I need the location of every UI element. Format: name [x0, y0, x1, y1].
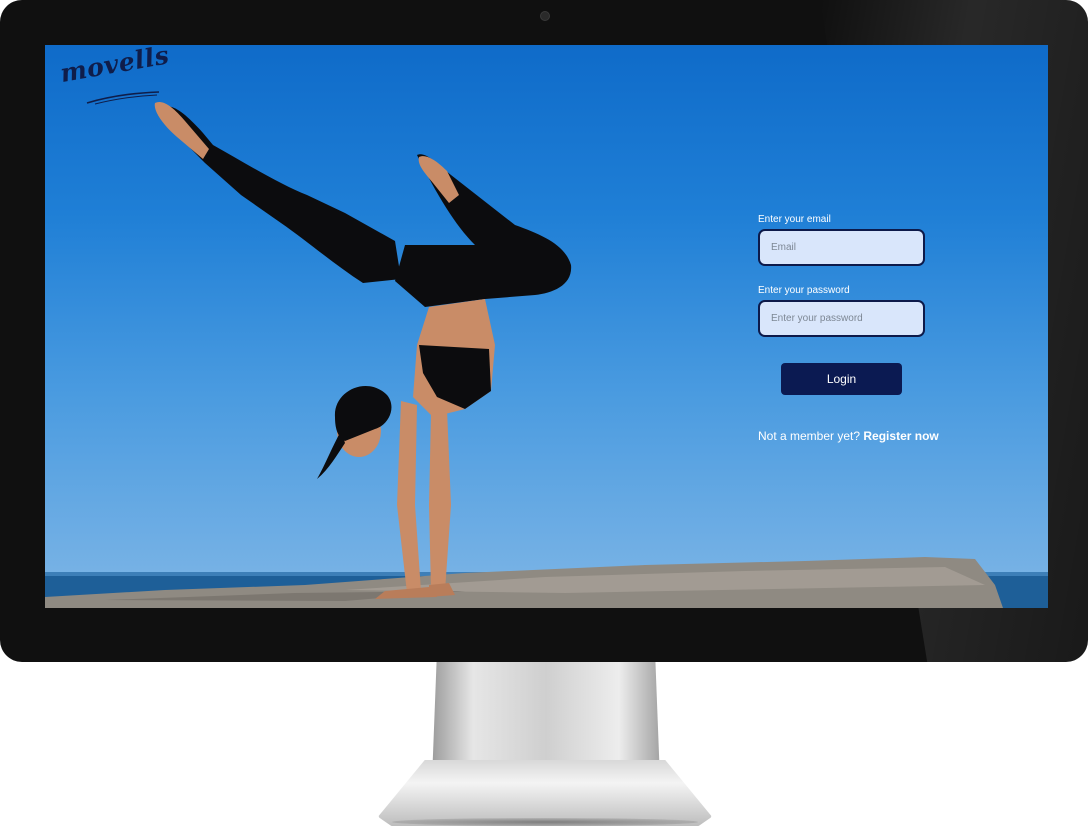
- login-button[interactable]: Login: [781, 363, 902, 395]
- brand-logo[interactable]: movells: [58, 45, 171, 105]
- password-label: Enter your password: [758, 285, 850, 296]
- camera-icon: [540, 11, 550, 21]
- field-spacer: [758, 266, 928, 284]
- email-field[interactable]: [758, 229, 925, 266]
- monitor-stand-shadow: [392, 818, 698, 826]
- logo-swoosh-icon: [86, 91, 160, 105]
- login-form: Enter your email Enter your password Log…: [758, 213, 939, 443]
- email-label: Enter your email: [758, 214, 831, 225]
- password-field[interactable]: [758, 300, 925, 337]
- yoga-figure: [154, 101, 572, 599]
- register-prompt: Not a member yet? Register now: [758, 429, 939, 443]
- register-link[interactable]: Register now: [863, 429, 938, 443]
- register-prompt-text: Not a member yet?: [758, 429, 861, 443]
- screen: movells Enter your email Enter your pass…: [45, 45, 1048, 608]
- monitor-stand-foot: [378, 760, 712, 826]
